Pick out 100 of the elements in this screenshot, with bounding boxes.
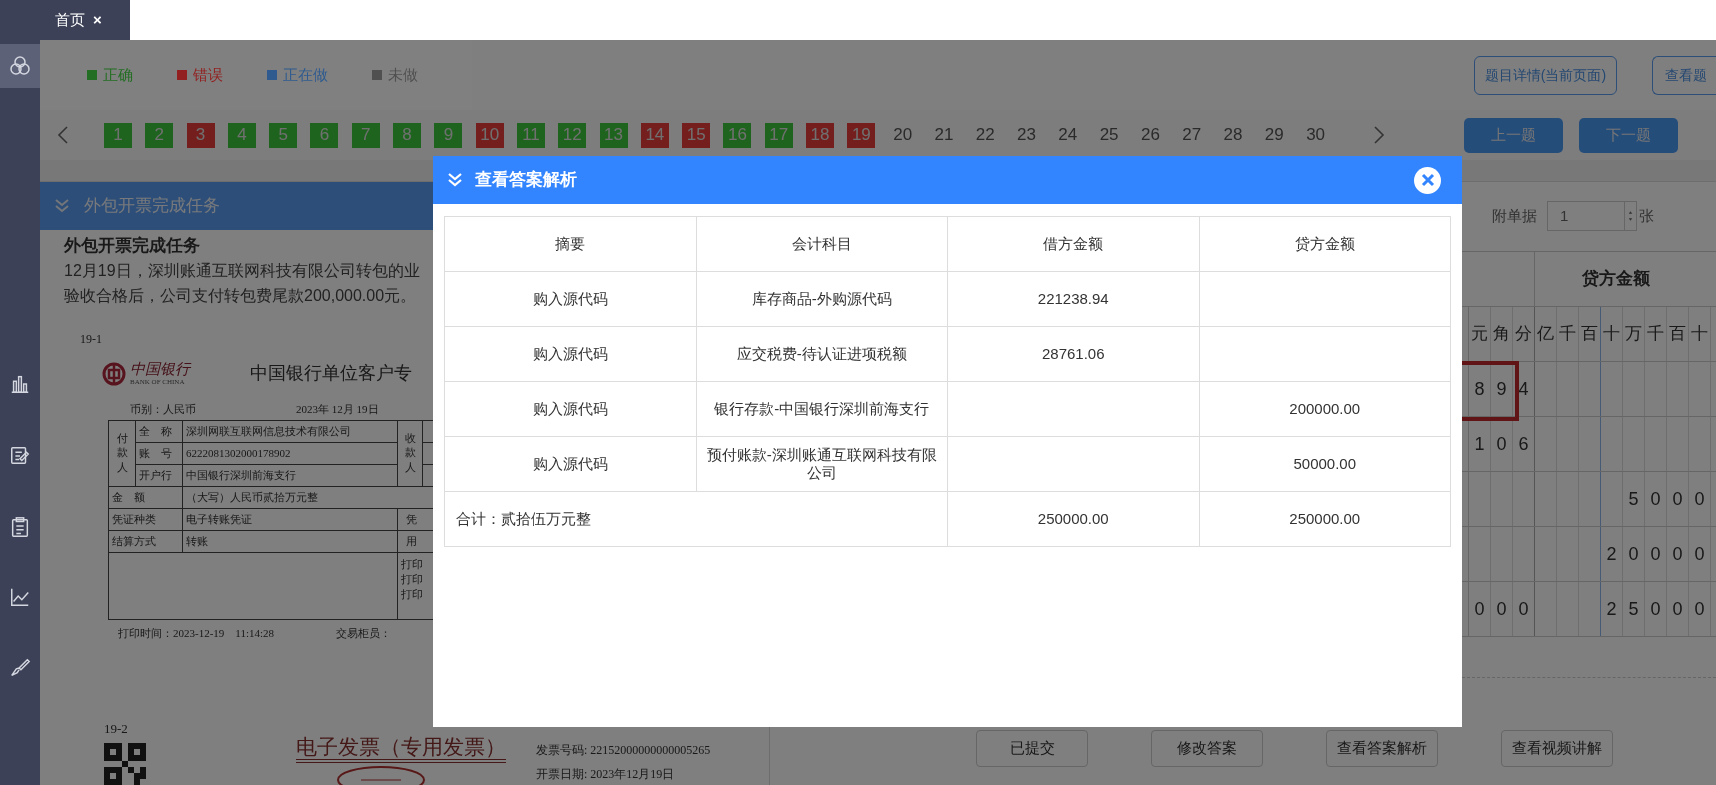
digit-cell: 5: [1623, 472, 1645, 526]
action-button[interactable]: 查看视频讲解: [1501, 730, 1613, 767]
close-tab-button[interactable]: ×: [93, 8, 102, 32]
question-number[interactable]: 27: [1177, 122, 1206, 148]
chevron-right-icon[interactable]: [1372, 125, 1385, 145]
digit-unit: 十: [1601, 307, 1623, 361]
question-number[interactable]: 30: [1301, 122, 1330, 148]
field-label: 开户行: [135, 464, 183, 486]
question-number[interactable]: 28: [1219, 122, 1247, 148]
modal-title: 查看答案解析: [475, 169, 577, 192]
question-number[interactable]: 6: [310, 122, 339, 148]
field-label: 凭证种类: [108, 508, 183, 530]
task-description: 12月19日，深圳账通互联网科技有限公司转包的业: [64, 261, 420, 281]
digit-cell: 0: [1667, 582, 1689, 636]
legend-label: 正确: [103, 64, 133, 85]
action-button[interactable]: 已提交: [976, 730, 1088, 767]
question-number[interactable]: 19: [847, 122, 876, 148]
table-cell: 购入源代码: [444, 381, 696, 437]
question-number[interactable]: 20: [888, 122, 917, 148]
task-description: 验收合格后，公司支付转包费尾款200,000.00元。: [64, 286, 417, 306]
digit-unit: 十: [1689, 307, 1711, 361]
field-label: 账 号: [135, 442, 183, 464]
digit-cell: 0: [1689, 527, 1711, 581]
teller-label: 交易柜员：: [336, 625, 392, 641]
column-header: 会计科目: [696, 216, 948, 272]
question-number[interactable]: 25: [1095, 122, 1124, 148]
question-number[interactable]: 10: [475, 122, 504, 148]
bar-chart-icon: [9, 373, 31, 395]
field-value: 转账: [182, 530, 398, 552]
question-number[interactable]: 21: [929, 122, 958, 148]
digit-cell: 0: [1689, 582, 1711, 636]
table-cell: 库存商品-外购源代码: [696, 271, 948, 327]
question-number[interactable]: 29: [1260, 122, 1289, 148]
field-value: 电子转账凭证: [182, 508, 398, 530]
print-line: 打印: [401, 571, 424, 587]
question-number[interactable]: 2: [145, 122, 174, 148]
field-label: 结算方式: [108, 530, 183, 552]
field-value: 深圳网联互联网信息技术有限公司: [182, 420, 398, 442]
document-number: 19-2: [104, 720, 128, 738]
task-title: 外包开票完成任务: [64, 235, 200, 257]
table-cell: 50000.00: [1199, 436, 1451, 492]
question-number[interactable]: 3: [186, 122, 215, 148]
question-number[interactable]: 26: [1136, 122, 1165, 148]
question-number[interactable]: 24: [1053, 122, 1082, 148]
column-header: 贷方金额: [1580, 268, 1651, 291]
question-number[interactable]: 1: [104, 122, 132, 148]
print-time: 打印时间：2023-12-19 11:14:28: [118, 625, 275, 641]
digit-cell: 4: [1513, 362, 1535, 416]
question-number[interactable]: 9: [434, 122, 463, 148]
question-number[interactable]: 14: [640, 122, 669, 148]
question-number[interactable]: 8: [393, 122, 422, 148]
question-number[interactable]: 7: [351, 122, 380, 148]
legend-label: 正在做: [283, 64, 328, 85]
brush-icon: [9, 657, 31, 679]
question-number[interactable]: 17: [764, 122, 793, 148]
chevron-left-icon[interactable]: [57, 125, 69, 145]
payer-label: 付款人: [116, 430, 128, 474]
question-number[interactable]: 18: [806, 122, 835, 148]
digit-cell: 0: [1667, 472, 1689, 526]
attachment-count-field[interactable]: 1: [1547, 201, 1637, 231]
table-cell: 221238.94: [947, 271, 1199, 327]
table-cell: 购入源代码: [444, 436, 696, 492]
question-number[interactable]: 5: [269, 122, 298, 148]
question-number[interactable]: 11: [516, 122, 545, 148]
edit-document-icon: [9, 444, 31, 466]
question-number[interactable]: 13: [599, 122, 628, 148]
receipt-date: 2023年 12月 19日: [296, 402, 379, 417]
question-number[interactable]: 15: [682, 122, 711, 148]
digit-cell: 0: [1645, 472, 1667, 526]
question-number[interactable]: 4: [227, 122, 256, 148]
column-header: 摘要: [444, 216, 696, 272]
invoice-number: 发票号码: 22152000000000005265: [536, 742, 711, 759]
toolbar-button[interactable]: 题目详情(当前页面): [1474, 55, 1617, 95]
digit-unit: 亿: [1535, 307, 1557, 361]
clipboard-icon: [9, 516, 31, 538]
close-button[interactable]: [1414, 166, 1441, 194]
table-cell: 预付账款-深圳账通互联网科技有限公司: [696, 436, 948, 492]
digit-unit: 百: [1667, 307, 1689, 361]
field-label: 全 称: [135, 420, 183, 442]
digit-unit: 角: [1491, 307, 1513, 361]
circles-icon: [8, 54, 32, 78]
line-chart-icon: [9, 586, 31, 608]
action-button[interactable]: 修改答案: [1151, 730, 1263, 767]
attachments-label: 附单据: [1492, 205, 1537, 226]
digit-unit: 万: [1623, 307, 1645, 361]
table-cell: 250000.00: [947, 491, 1199, 547]
question-number[interactable]: 12: [558, 122, 587, 148]
digit-cell: 0: [1689, 472, 1711, 526]
field-label: 金 额: [108, 486, 183, 508]
question-number[interactable]: 23: [1012, 122, 1041, 148]
sidebar-item[interactable]: [0, 44, 40, 88]
digit-cell: 5: [1623, 582, 1645, 636]
document-number: 19-1: [80, 331, 102, 348]
toolbar-button[interactable]: 查看题: [1652, 55, 1716, 95]
digit-unit: 千: [1645, 307, 1667, 361]
question-number[interactable]: 22: [971, 122, 1000, 148]
digit-unit: 千: [1557, 307, 1579, 361]
action-button[interactable]: 查看答案解析: [1326, 730, 1438, 767]
bank-logo-icon: [102, 361, 126, 386]
question-number[interactable]: 16: [723, 122, 752, 148]
